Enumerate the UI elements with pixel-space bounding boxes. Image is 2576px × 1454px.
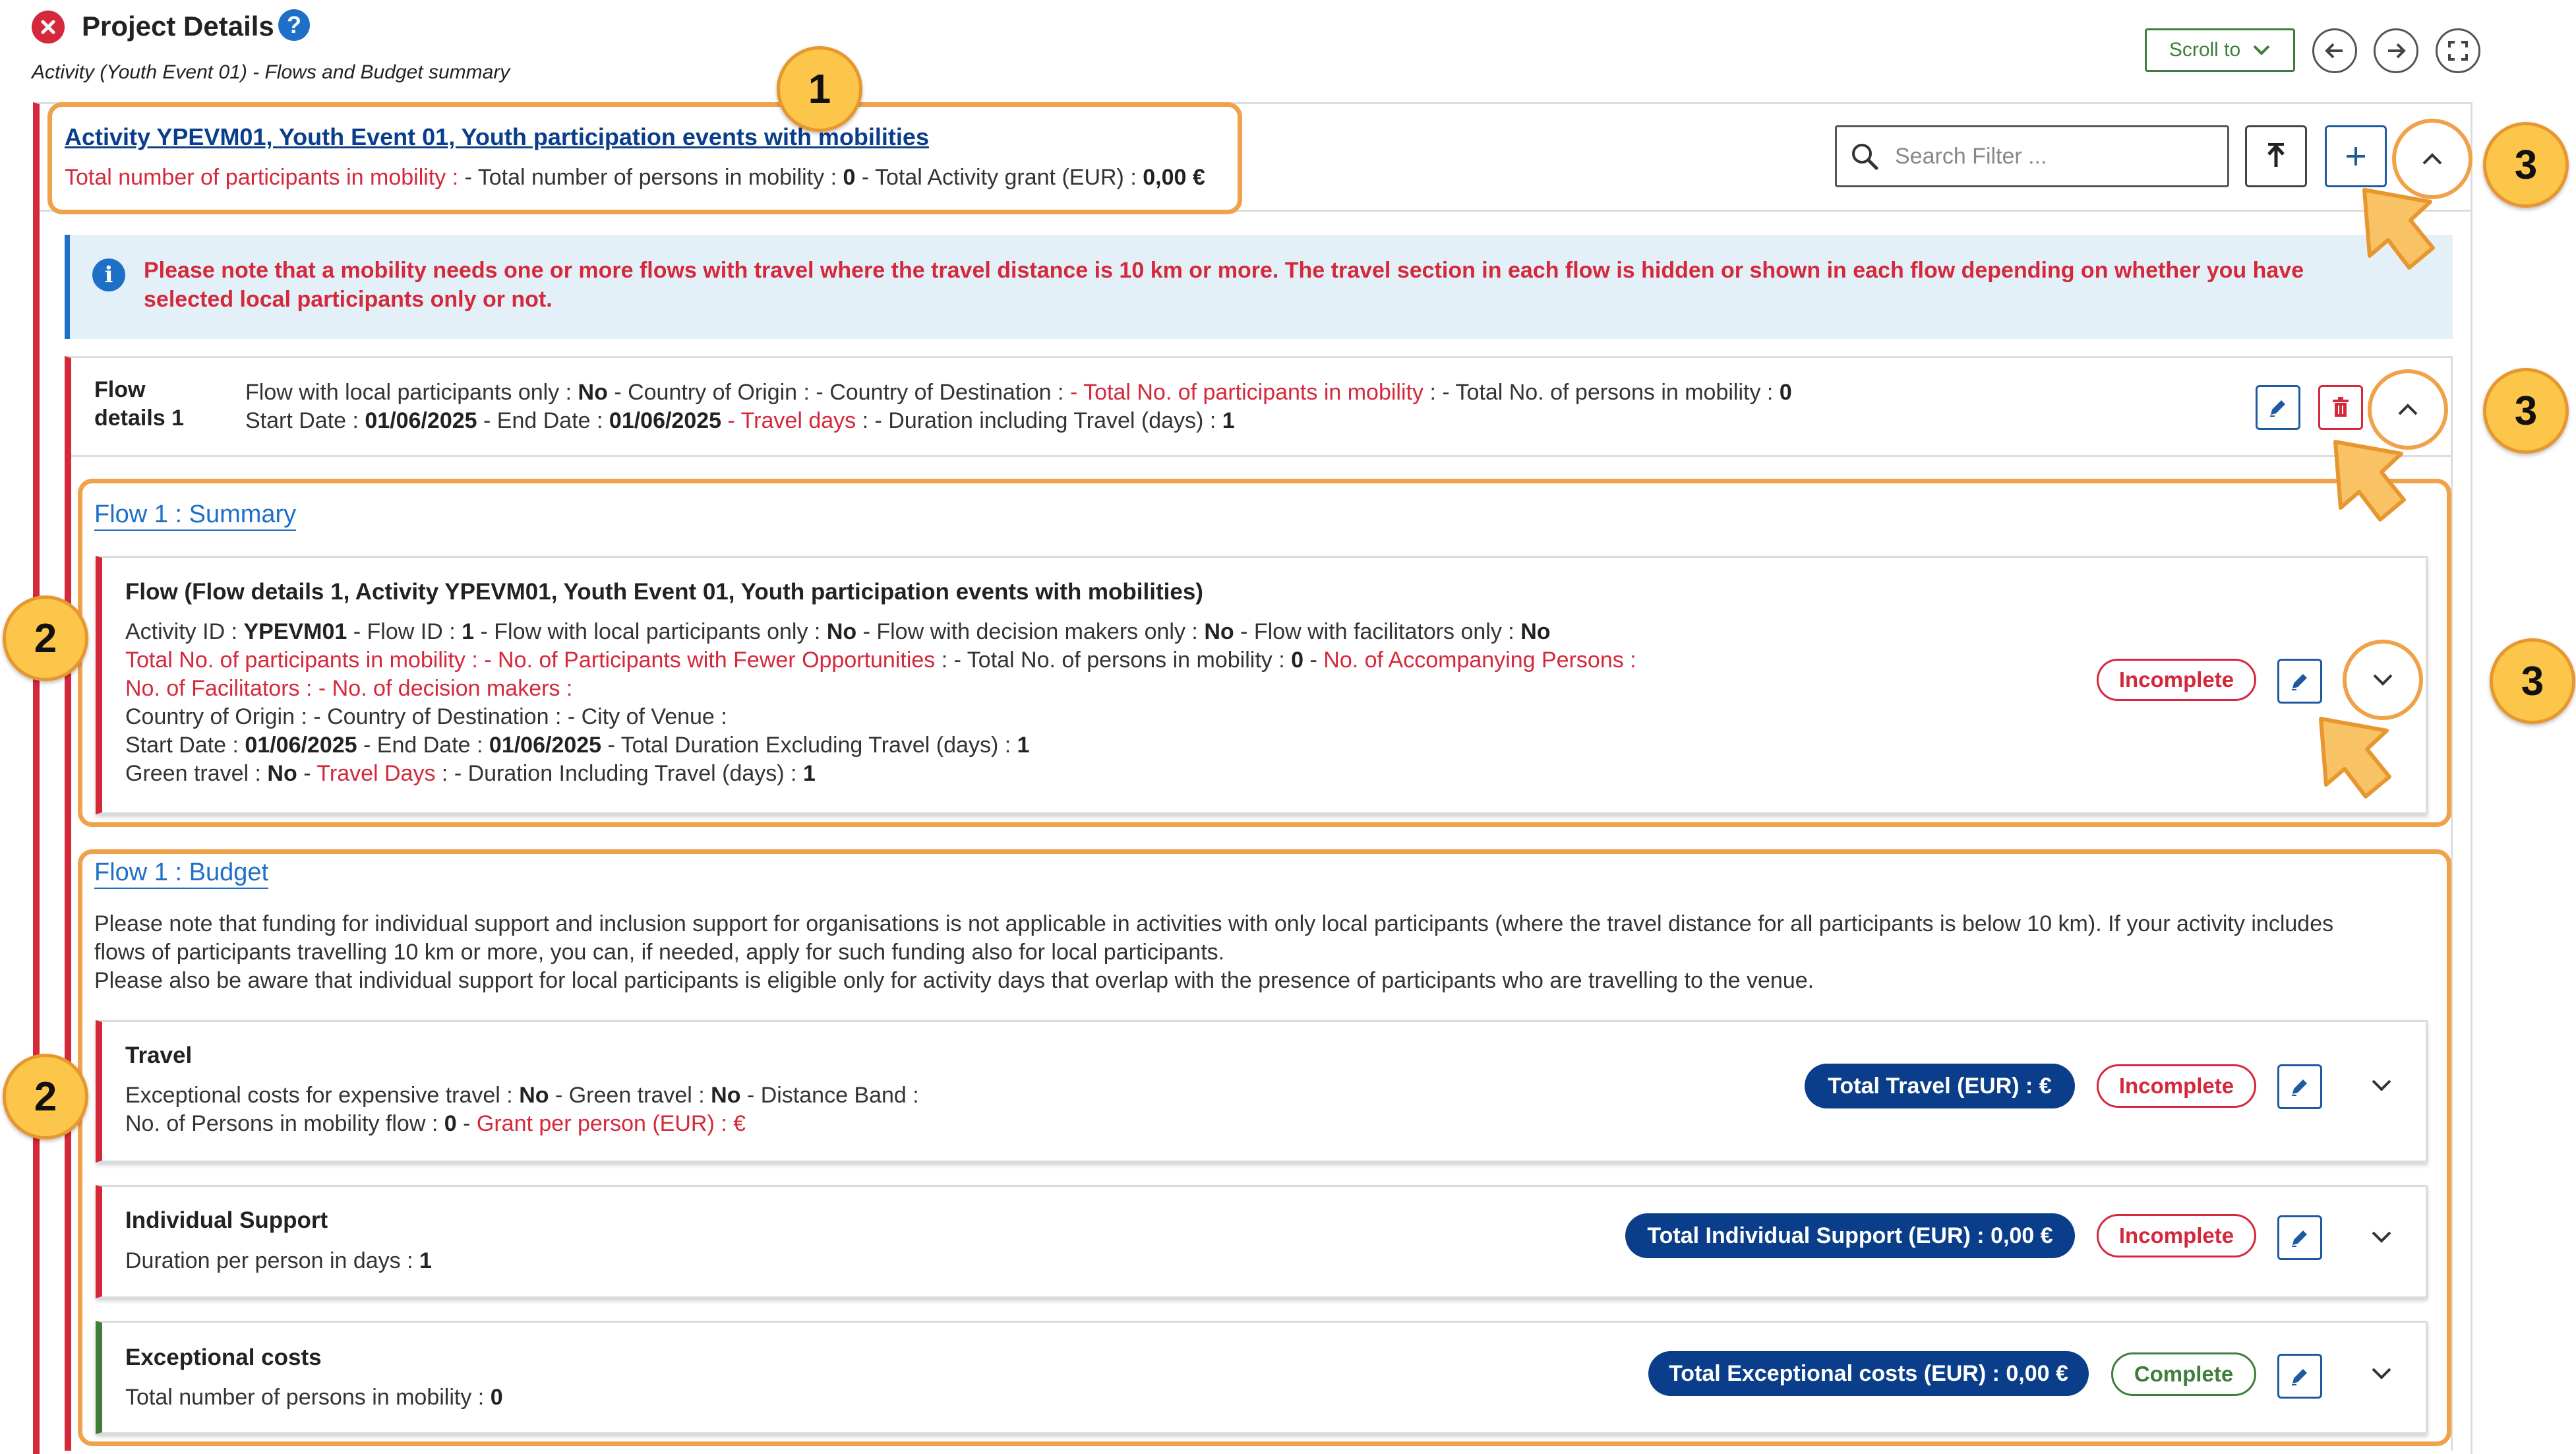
pointer-arrow-icon	[2319, 717, 2391, 799]
callout-budget-box	[78, 849, 2451, 1446]
flow-details-divider	[71, 455, 2453, 457]
chevron-down-icon	[2253, 45, 2270, 55]
search-placeholder: Search Filter ...	[1895, 143, 2047, 169]
pointer-arrow-icon	[2333, 440, 2406, 522]
trash-icon	[2333, 397, 2349, 417]
notice-text-line2: selected local participants only or not.	[144, 287, 553, 312]
callout-badge-3c: 3	[2490, 638, 2575, 724]
callout-badge-2a: 2	[3, 595, 88, 681]
page-title: Project Details	[82, 11, 274, 42]
flow-details-title-number: details 1	[94, 406, 185, 431]
search-icon	[1852, 144, 1878, 170]
chevron-up-icon	[2398, 404, 2418, 415]
callout-badge-2b: 2	[3, 1054, 88, 1139]
pointer-arrow-icon	[2362, 188, 2435, 270]
flow-details-line1: Flow with local participants only : No -…	[245, 380, 1792, 405]
edit-flow-button[interactable]	[2256, 385, 2300, 430]
flow-details-title: Flow	[94, 377, 146, 402]
callout-activity-header-box	[47, 102, 1242, 214]
arrow-right-icon[interactable]	[2374, 28, 2418, 73]
scroll-to-label: Scroll to	[2169, 39, 2241, 61]
plus-icon	[2347, 147, 2365, 166]
close-icon[interactable]	[32, 11, 65, 44]
arrow-left-icon[interactable]	[2312, 28, 2357, 73]
help-icon[interactable]: ?	[278, 9, 310, 41]
callout-badge-3a: 3	[2483, 122, 2569, 208]
fullscreen-icon[interactable]	[2436, 28, 2480, 73]
upload-icon	[2267, 143, 2285, 167]
flow-details-line2: Start Date : 01/06/2025 - End Date : 01/…	[245, 408, 1235, 433]
delete-flow-button[interactable]	[2318, 385, 2363, 430]
page-subtitle: Activity (Youth Event 01) - Flows and Bu…	[32, 61, 510, 83]
upload-button[interactable]	[2245, 125, 2307, 187]
scroll-to-dropdown[interactable]: Scroll to	[2145, 28, 2295, 72]
callout-summary-box	[78, 479, 2451, 827]
info-icon: i	[92, 258, 125, 291]
chevron-up-icon	[2422, 153, 2442, 165]
notice-text-line1: Please note that a mobility needs one or…	[144, 258, 2304, 283]
callout-badge-3b: 3	[2483, 368, 2569, 454]
callout-badge-1: 1	[777, 46, 862, 132]
search-input[interactable]: Search Filter ...	[1835, 125, 2229, 187]
add-flow-button[interactable]	[2325, 125, 2387, 187]
pencil-icon	[2270, 400, 2285, 417]
